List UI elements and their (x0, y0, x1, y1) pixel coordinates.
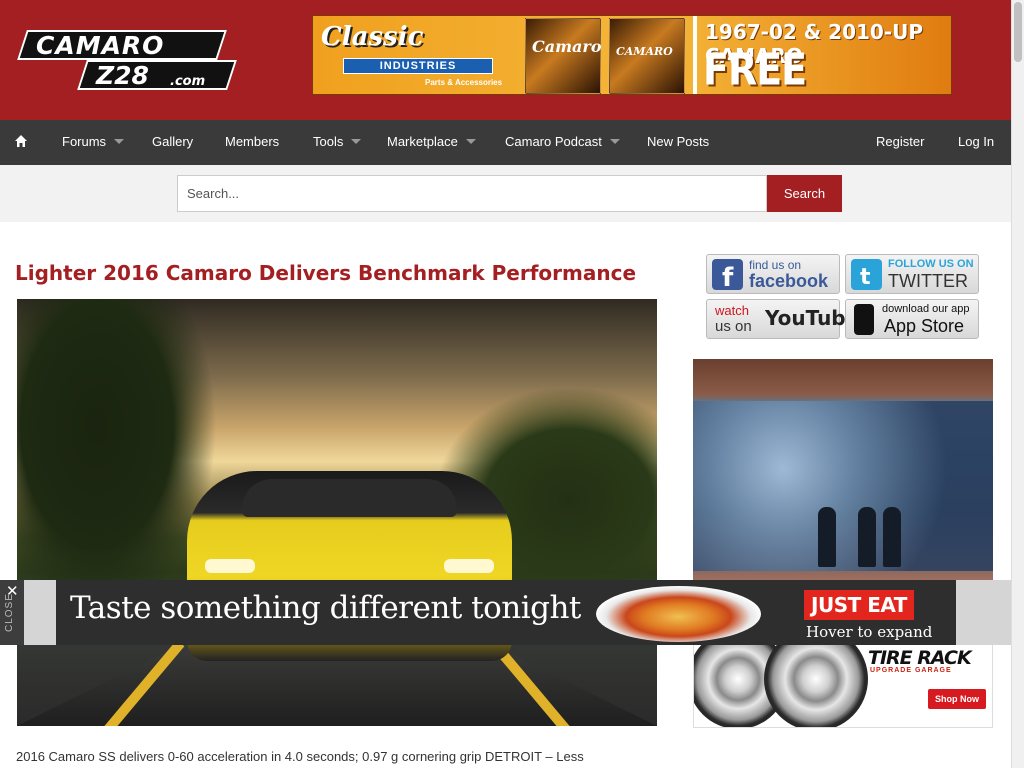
overlay-ad[interactable]: Taste something different tonight JUST E… (56, 580, 956, 645)
social-label-top: watch (715, 303, 749, 318)
search-bar: Search (0, 165, 1011, 222)
site-header: CAMARO Z28 .com Classic INDUSTRIES Parts… (0, 0, 1011, 120)
banner-brand: Classic (321, 22, 424, 52)
banner-brand-bar: INDUSTRIES (343, 58, 493, 74)
page-scrollbar[interactable] (1011, 0, 1024, 768)
banner-divider (693, 16, 697, 94)
banner-mag-title: Camaro (532, 37, 602, 56)
header-banner-ad[interactable]: Classic INDUSTRIES Parts & Accessories C… (312, 15, 952, 95)
home-icon[interactable] (14, 134, 28, 148)
tire-ad-wheel-image (764, 641, 868, 727)
article-excerpt: 2016 Camaro SS delivers 0-60 acceleratio… (16, 749, 584, 764)
nav-item-label: Tools (313, 134, 344, 149)
search-input[interactable] (177, 175, 767, 212)
overlay-ad-spacer (956, 580, 1011, 645)
social-label-top: find us on (749, 258, 802, 272)
sidebar-video-ad[interactable] (693, 359, 993, 581)
nav-item-marketplace[interactable]: Marketplace (387, 134, 476, 149)
social-label-main: TWITTER (888, 271, 968, 291)
banner-headline: FREE CATALOG! (703, 44, 807, 95)
chevron-down-icon (609, 139, 620, 144)
video-ad-figure (883, 507, 901, 567)
close-ad-button[interactable]: ✕ CLOSE (0, 580, 24, 645)
chevron-down-icon (351, 139, 362, 144)
svg-text:t: t (860, 265, 871, 290)
twitter-icon: t (851, 259, 882, 290)
phone-icon (854, 304, 874, 335)
hero-car-headlight (205, 559, 255, 573)
banner-catalog-image: Camaro (525, 18, 602, 94)
sidebar-tire-ad[interactable]: TIRE RACK UPGRADE GARAGE Shop Now (693, 640, 993, 728)
logo-text-z28: Z28 (96, 61, 149, 90)
social-label-top: FOLLOW US ON (888, 258, 974, 270)
hero-car-windshield (242, 479, 457, 517)
banner-catalog-image: CAMARO (609, 18, 685, 94)
article-title[interactable]: Lighter 2016 Camaro Delivers Benchmark P… (15, 261, 636, 285)
nav-item-label: New Posts (647, 134, 710, 149)
nav-item-tools[interactable]: Tools (313, 134, 362, 149)
login-link[interactable]: Log In (958, 134, 994, 149)
app-store-link[interactable]: download our app App Store (845, 299, 979, 339)
video-ad-scene (693, 401, 993, 571)
facebook-link[interactable]: f find us on facebook (706, 254, 840, 294)
nav-item-label: Marketplace (387, 134, 458, 149)
shop-now-button[interactable]: Shop Now (928, 689, 986, 709)
chevron-down-icon (465, 139, 476, 144)
nav-item-label: Members (225, 134, 280, 149)
overlay-ad-tagline: Taste something different tonight (70, 590, 581, 626)
chevron-down-icon (114, 139, 125, 144)
svg-text:f: f (722, 263, 734, 290)
facebook-icon: f (712, 259, 743, 293)
youtube-link[interactable]: watch us on YouTube (706, 299, 859, 339)
nav-item-label: Forums (62, 134, 107, 149)
social-label-main: App Store (884, 316, 965, 336)
nav-item-camaro-podcast[interactable]: Camaro Podcast (505, 134, 620, 149)
overlay-ad-badge: JUST EAT (804, 590, 914, 620)
tire-ad-brand: TIRE RACK (868, 647, 972, 669)
tire-ad-sub: UPGRADE GARAGE (870, 667, 952, 674)
logo-text-camaro: CAMARO (36, 31, 165, 60)
social-label-top: download our app (882, 303, 970, 315)
search-button[interactable]: Search (767, 175, 842, 212)
hero-car-headlight (444, 559, 494, 573)
nav-item-members[interactable]: Members (225, 134, 279, 149)
page: CAMARO Z28 .com Classic INDUSTRIES Parts… (0, 0, 1024, 768)
overlay-ad-hint: Hover to expand (806, 623, 933, 641)
nav-item-label: Gallery (152, 134, 194, 149)
main-nav: Forums Gallery Members Tools Marketplace… (0, 120, 1011, 165)
overlay-ad-food-image (596, 586, 761, 642)
video-ad-figure (858, 507, 876, 567)
twitter-link[interactable]: t FOLLOW US ON TWITTER (845, 254, 979, 294)
social-label-sub: us on (715, 318, 752, 335)
social-label-main: facebook (749, 271, 829, 291)
register-link[interactable]: Register (876, 134, 924, 149)
nav-item-forums[interactable]: Forums (62, 134, 125, 149)
site-logo[interactable]: CAMARO Z28 .com (17, 30, 237, 96)
nav-item-gallery[interactable]: Gallery (152, 134, 193, 149)
logo-text-com: .com (170, 74, 206, 89)
banner-mag-title: CAMARO (616, 45, 673, 58)
article-hero-image[interactable] (17, 299, 657, 726)
floating-ad-bar: ✕ CLOSE Taste something different tonigh… (0, 580, 1011, 645)
scrollbar-thumb[interactable] (1014, 2, 1022, 62)
nav-item-label: Camaro Podcast (505, 134, 602, 149)
nav-item-new-posts[interactable]: New Posts (647, 134, 709, 149)
close-label: CLOSE (4, 593, 15, 632)
banner-brand-sub: Parts & Accessories (425, 78, 503, 87)
video-ad-figure (818, 507, 836, 567)
